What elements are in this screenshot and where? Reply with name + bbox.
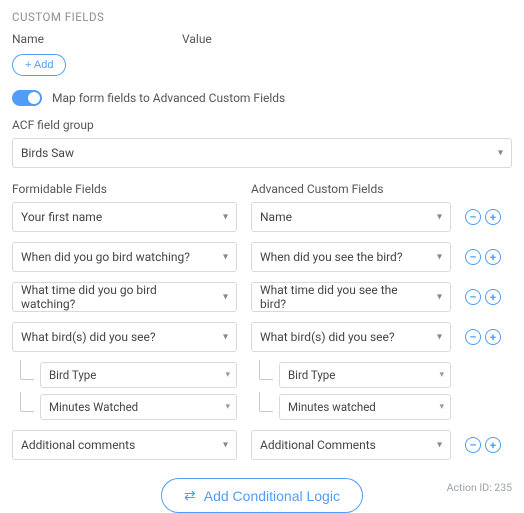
mapping-header-left: Formidable Fields — [12, 182, 237, 196]
acf-group-label: ACF field group — [12, 118, 512, 132]
sub-cell-left: Bird Type ▾ — [12, 362, 237, 388]
chevron-down-icon: ▾ — [437, 292, 442, 303]
field-select-left-1[interactable]: When did you go bird watching? ▾ — [12, 242, 237, 272]
section-title: CUSTOM FIELDS — [12, 10, 512, 24]
chevron-down-icon: ▾ — [439, 370, 444, 380]
field-select-value: Additional Comments — [260, 438, 376, 452]
field-select-value: What bird(s) did you see? — [260, 330, 395, 344]
remove-row-icon[interactable]: – — [465, 249, 481, 265]
field-select-left-0[interactable]: Your first name ▾ — [12, 202, 237, 232]
conditional-button-label: Add Conditional Logic — [204, 488, 340, 504]
field-select-value: What bird(s) did you see? — [21, 330, 156, 344]
field-select-left-2[interactable]: What time did you go bird watching? ▾ — [12, 282, 237, 312]
field-select-right-2[interactable]: What time did you see the bird? ▾ — [251, 282, 451, 312]
tree-connector-icon — [20, 360, 34, 380]
row-actions: –+ — [465, 249, 501, 265]
chevron-down-icon: ▾ — [223, 212, 228, 223]
add-row-icon[interactable]: + — [485, 249, 501, 265]
chevron-down-icon: ▾ — [223, 332, 228, 343]
remove-row-icon[interactable]: – — [465, 437, 481, 453]
chevron-down-icon: ▾ — [437, 252, 442, 263]
tree-connector-icon — [259, 392, 273, 412]
sub-cell-right: Bird Type ▾ — [251, 362, 451, 388]
mapping-header-right: Advanced Custom Fields — [251, 182, 383, 196]
row-actions: –+ — [465, 437, 501, 453]
field-select-value: When did you see the bird? — [260, 250, 403, 264]
field-select-left-3[interactable]: What bird(s) did you see? ▾ — [12, 322, 237, 352]
acf-toggle-row: Map form fields to Advanced Custom Field… — [12, 90, 512, 106]
chevron-down-icon: ▾ — [437, 440, 442, 451]
acf-group-select[interactable]: Birds Saw ▾ — [12, 138, 512, 168]
add-conditional-logic-button[interactable]: ⇄ Add Conditional Logic — [161, 478, 363, 513]
sub-field-select-left-3-1[interactable]: Minutes Watched ▾ — [40, 394, 237, 420]
field-select-right-4[interactable]: Additional Comments ▾ — [251, 430, 451, 460]
sub-field-select-right-3-1[interactable]: Minutes watched ▾ — [279, 394, 451, 420]
field-select-value: When did you go bird watching? — [21, 250, 190, 264]
sub-field-value: Minutes watched — [288, 400, 376, 414]
shuffle-icon: ⇄ — [184, 487, 196, 504]
chevron-down-icon: ▾ — [225, 370, 230, 380]
mapping-row: Additional comments ▾ Additional Comments ▾… — [12, 430, 512, 460]
tree-connector-icon — [20, 392, 34, 412]
mapping-row: When did you go bird watching?▾When did … — [12, 242, 512, 272]
field-select-right-3[interactable]: What bird(s) did you see? ▾ — [251, 322, 451, 352]
tree-connector-icon — [259, 360, 273, 380]
field-select-right-0[interactable]: Name ▾ — [251, 202, 451, 232]
add-button[interactable]: + Add — [12, 54, 66, 76]
field-select-value: Your first name — [21, 210, 102, 224]
chevron-down-icon: ▾ — [223, 440, 228, 451]
add-row-icon[interactable]: + — [485, 289, 501, 305]
add-row-icon[interactable]: + — [485, 437, 501, 453]
field-select-right-1[interactable]: When did you see the bird? ▾ — [251, 242, 451, 272]
sub-row: Minutes Watched ▾ Minutes watched ▾ — [12, 394, 512, 420]
chevron-down-icon: ▾ — [225, 402, 230, 412]
mapping-row: What bird(s) did you see?▾What bird(s) d… — [12, 322, 512, 352]
chevron-down-icon: ▾ — [223, 252, 228, 263]
chevron-down-icon: ▾ — [437, 212, 442, 223]
field-select-left-4[interactable]: Additional comments ▾ — [12, 430, 237, 460]
header-name: Name — [12, 32, 182, 46]
sub-field-value: Bird Type — [49, 368, 96, 382]
sub-cell-right: Minutes watched ▾ — [251, 394, 451, 420]
field-select-value: Additional comments — [21, 438, 135, 452]
mapping-row: What time did you go bird watching?▾What… — [12, 282, 512, 312]
sub-field-value: Minutes Watched — [49, 400, 138, 414]
custom-fields-headers: Name Value — [12, 32, 512, 46]
sub-group: Bird Type▾Bird Type▾Minutes Watched▾Minu… — [12, 362, 512, 420]
remove-row-icon[interactable]: – — [465, 209, 481, 225]
chevron-down-icon: ▾ — [498, 148, 503, 159]
sub-field-select-right-3-0[interactable]: Bird Type ▾ — [279, 362, 451, 388]
remove-row-icon[interactable]: – — [465, 289, 481, 305]
field-select-value: What time did you see the bird? — [260, 283, 426, 311]
mapping-row: Your first name ▾ Name ▾ –+ — [12, 202, 512, 232]
add-row-icon[interactable]: + — [485, 209, 501, 225]
chevron-down-icon: ▾ — [439, 402, 444, 412]
remove-row-icon[interactable]: – — [465, 329, 481, 345]
mapping-headers: Formidable Fields Advanced Custom Fields — [12, 182, 512, 196]
row-actions: –+ — [465, 209, 501, 225]
acf-group-value: Birds Saw — [21, 146, 74, 160]
action-id: Action ID: 235 — [447, 481, 512, 494]
field-select-value: What time did you go bird watching? — [21, 283, 212, 311]
header-value: Value — [182, 32, 212, 46]
add-row-icon[interactable]: + — [485, 329, 501, 345]
field-select-value: Name — [260, 210, 292, 224]
acf-toggle[interactable] — [12, 90, 42, 106]
sub-field-value: Bird Type — [288, 368, 335, 382]
sub-field-select-left-3-0[interactable]: Bird Type ▾ — [40, 362, 237, 388]
sub-row: Bird Type ▾ Bird Type ▾ — [12, 362, 512, 388]
chevron-down-icon: ▾ — [437, 332, 442, 343]
sub-cell-left: Minutes Watched ▾ — [12, 394, 237, 420]
acf-toggle-label: Map form fields to Advanced Custom Field… — [52, 91, 285, 105]
row-actions: –+ — [465, 329, 501, 345]
row-actions: –+ — [465, 289, 501, 305]
chevron-down-icon: ▾ — [223, 292, 228, 303]
